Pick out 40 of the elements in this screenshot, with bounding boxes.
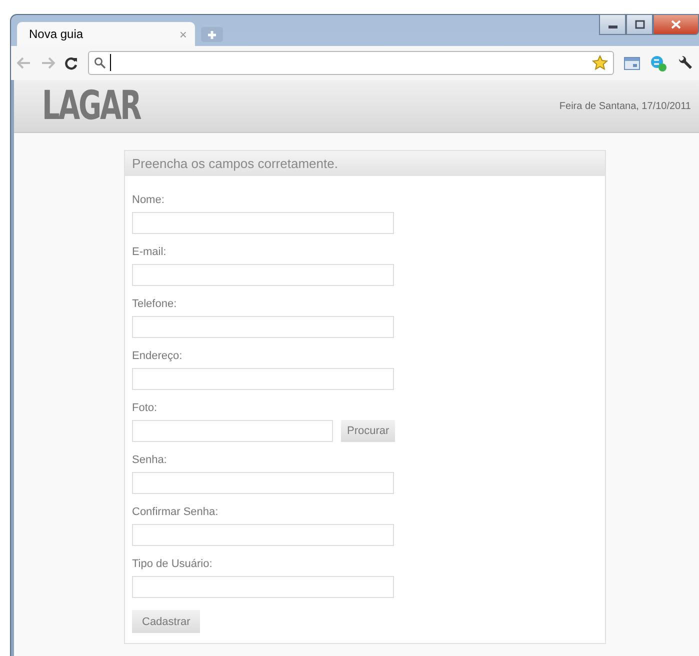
input-field[interactable] (132, 576, 394, 598)
field-label: Telefone: (132, 298, 178, 310)
close-icon (671, 20, 681, 29)
input-field[interactable] (132, 212, 394, 234)
form-title: Preencha os campos corretamente. (125, 151, 605, 176)
location-date: Feira de Santana, 17/10/2011 (559, 100, 691, 112)
logo: LAGAR (42, 86, 140, 126)
field-label: Foto: (132, 402, 158, 414)
browse-button[interactable]: Procurar (341, 420, 396, 442)
close-tab-button[interactable]: × (179, 26, 187, 42)
maximize-button[interactable] (626, 14, 653, 35)
file-path-field[interactable] (132, 420, 333, 442)
plus-icon (206, 28, 218, 40)
submit-button[interactable]: Cadastrar (132, 610, 200, 633)
field-label: Confirmar Senha: (132, 506, 220, 518)
input-field[interactable] (132, 368, 394, 390)
input-field[interactable] (132, 316, 394, 338)
close-button[interactable] (653, 14, 699, 35)
field-label: Tipo de Usuário: (132, 558, 214, 570)
field-label: Nome: (132, 194, 166, 206)
input-field[interactable] (132, 264, 394, 286)
new-tab-button[interactable] (201, 27, 223, 42)
input-field[interactable] (132, 524, 394, 546)
field-label: Endereço: (132, 350, 184, 362)
field-label: E-mail: (132, 246, 168, 258)
text-cursor (110, 54, 111, 71)
forward-icon[interactable] (41, 57, 55, 69)
reload-icon[interactable] (65, 56, 78, 70)
star-icon[interactable] (592, 55, 608, 71)
field-label: Senha: (132, 454, 168, 466)
input-field[interactable] (132, 472, 394, 494)
back-icon[interactable] (17, 57, 31, 69)
tab-title: Nova guia (29, 27, 84, 41)
wrench-icon[interactable] (677, 55, 693, 71)
window-icon[interactable] (624, 56, 640, 70)
minimize-button[interactable] (599, 14, 626, 35)
browser-tab[interactable]: Nova guia × (17, 22, 195, 46)
search-icon (94, 57, 106, 69)
maximize-icon (634, 20, 644, 29)
address-bar[interactable] (88, 51, 614, 75)
